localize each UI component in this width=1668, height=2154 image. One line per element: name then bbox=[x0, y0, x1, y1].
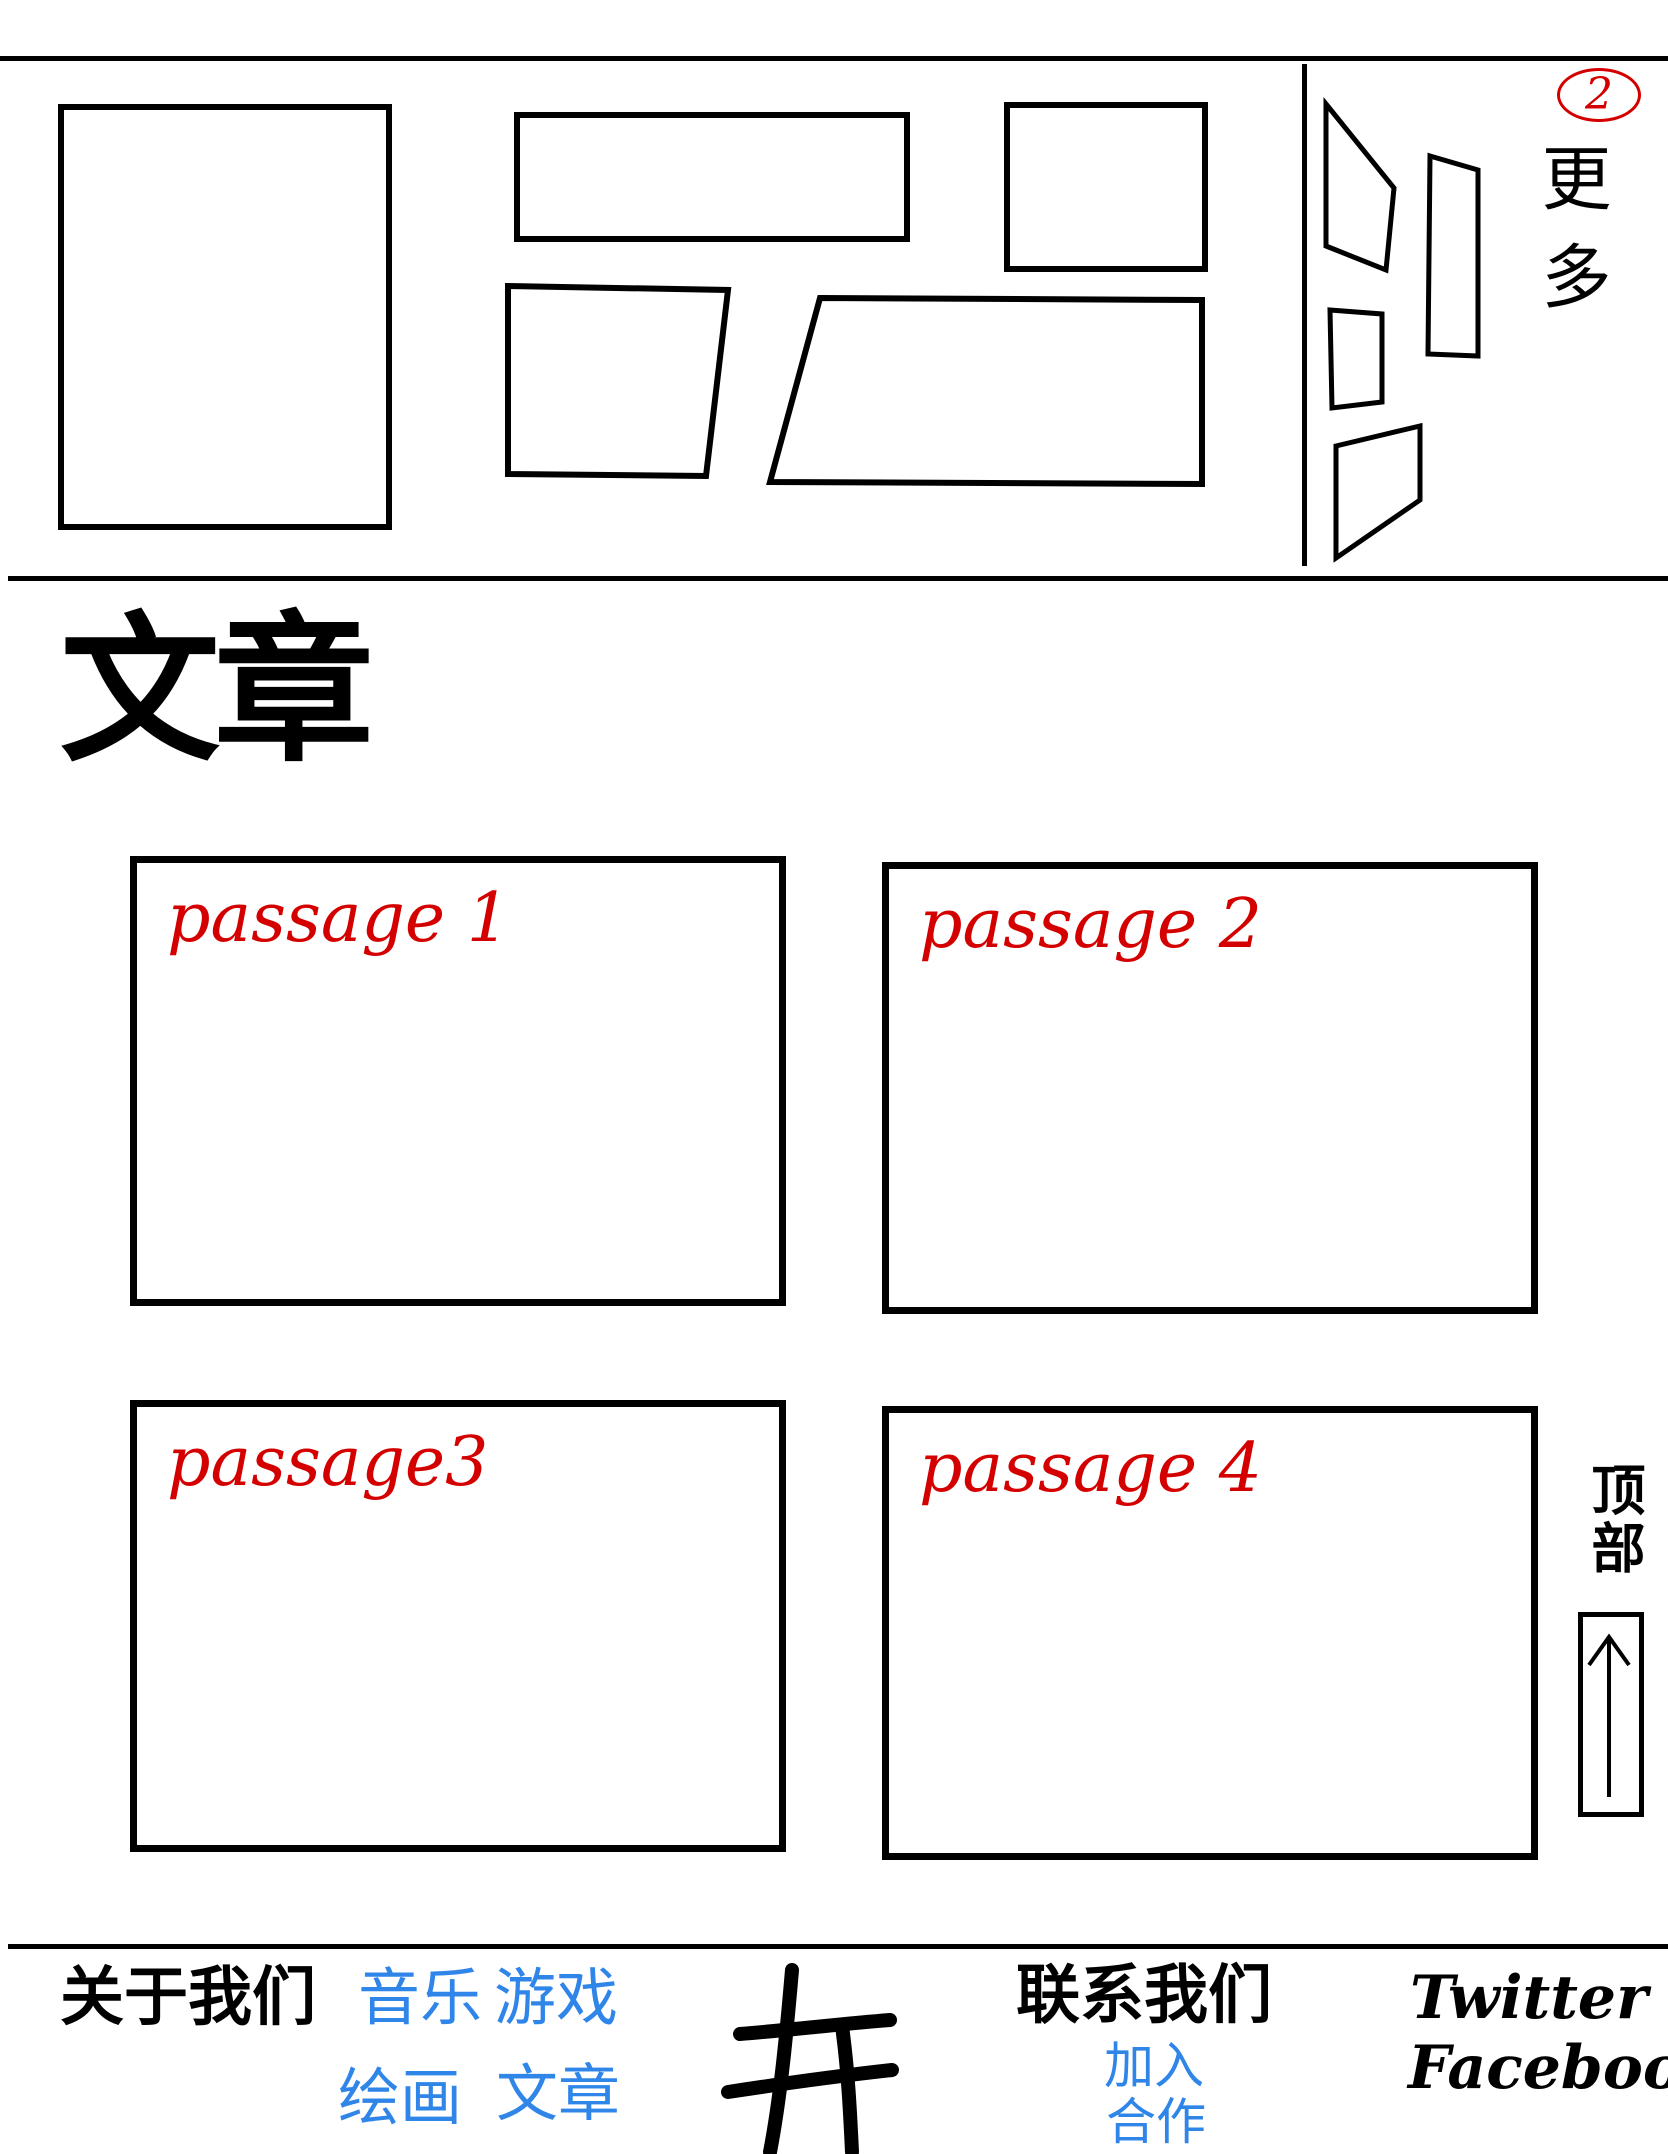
banner-image-large[interactable] bbox=[58, 104, 392, 530]
footer-link-twitter[interactable]: Twitter bbox=[1410, 1964, 1648, 2032]
article-card-4[interactable]: passage 4 bbox=[882, 1406, 1538, 1860]
article-card-3[interactable]: passage3 bbox=[130, 1400, 786, 1852]
back-to-top-box bbox=[1578, 1612, 1644, 1817]
footer-link-join[interactable]: 加入 bbox=[1104, 2040, 1204, 2092]
section-title-articles: 文章 bbox=[60, 596, 374, 784]
article-title: passage 1 bbox=[167, 879, 511, 958]
banner-image-small[interactable] bbox=[1004, 102, 1208, 272]
back-to-top-label: 顶部 bbox=[1582, 1462, 1646, 1578]
article-title: passage 4 bbox=[919, 1429, 1263, 1508]
banner-divider bbox=[1302, 64, 1307, 566]
footer-link-facebook[interactable]: Facebook bbox=[1408, 2034, 1668, 2102]
article-card-2[interactable]: passage 2 bbox=[882, 862, 1538, 1314]
article-title: passage3 bbox=[167, 1423, 489, 1502]
article-card-1[interactable]: passage 1 bbox=[130, 856, 786, 1306]
footer-top-rule bbox=[8, 1944, 1668, 1949]
more-button[interactable]: 2 更多 bbox=[1530, 68, 1655, 468]
site-logo-icon[interactable] bbox=[720, 1960, 900, 2154]
header-bottom-rule bbox=[8, 576, 1668, 581]
article-title: passage 2 bbox=[919, 885, 1263, 964]
header-top-rule bbox=[0, 56, 1668, 61]
banner-image-slanted[interactable] bbox=[764, 290, 1212, 490]
footer-link-games[interactable]: 游戏 bbox=[494, 1960, 618, 2036]
back-to-top-button[interactable]: 顶部 bbox=[1578, 1462, 1648, 1817]
footer-contact-heading: 联系我们 bbox=[1016, 1958, 1272, 2033]
banner-image-wide[interactable] bbox=[514, 112, 910, 242]
footer-link-cooperate[interactable]: 合作 bbox=[1106, 2096, 1206, 2148]
arrow-up-icon bbox=[1587, 1633, 1631, 1797]
more-count-badge: 2 bbox=[1557, 68, 1641, 122]
footer-link-drawing[interactable]: 绘画 bbox=[338, 2060, 462, 2136]
footer-about-heading: 关于我们 bbox=[60, 1960, 316, 2035]
footer-link-music[interactable]: 音乐 bbox=[358, 1960, 482, 2036]
footer-link-articles[interactable]: 文章 bbox=[496, 2056, 620, 2132]
banner-thumbnail-stack[interactable] bbox=[1316, 96, 1496, 566]
more-label: 更多 bbox=[1530, 142, 1612, 338]
banner-image-tilted[interactable] bbox=[500, 280, 740, 480]
